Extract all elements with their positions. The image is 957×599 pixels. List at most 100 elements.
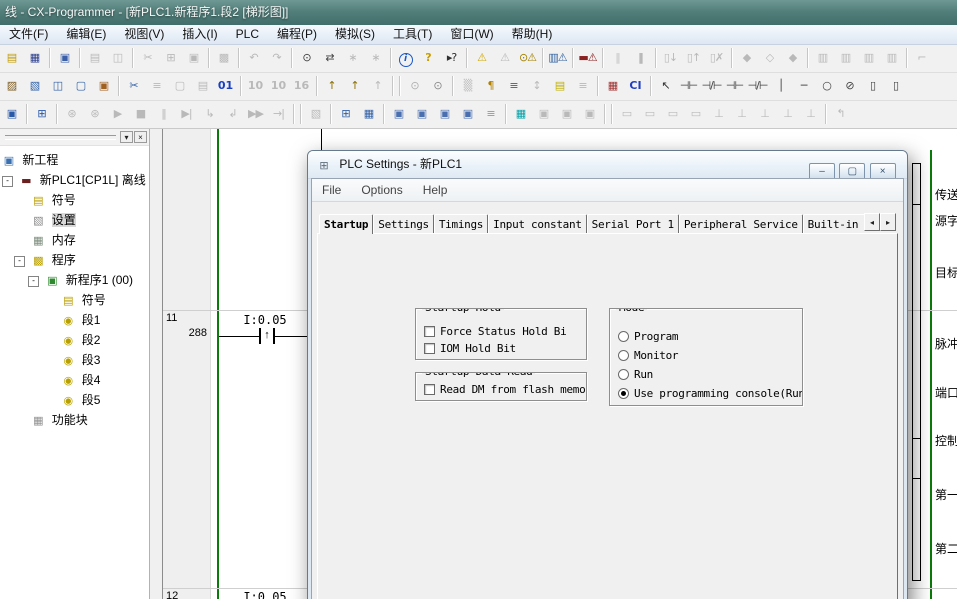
tree-item-new-program[interactable]: - ▣ 新程序1 (00) (0, 270, 149, 290)
context-help-button[interactable]: ▸? (441, 47, 462, 68)
dialog-menu-item[interactable]: Help (413, 179, 458, 201)
tab-settings[interactable]: Settings (373, 214, 434, 234)
iom-hold-bit-checkbox[interactable]: IOM Hold Bit (424, 342, 586, 359)
step-up-button[interactable]: ↑ (321, 75, 342, 96)
find-button[interactable]: ⊙ (296, 47, 317, 68)
run-button[interactable]: ▶ (107, 103, 128, 124)
toolbar-grip[interactable] (5, 135, 116, 140)
compile-button[interactable]: ⚠ (471, 47, 492, 68)
monitor-3-button[interactable]: ◆ (782, 47, 803, 68)
list-button[interactable]: ▤ (192, 75, 213, 96)
force-status-hold-checkbox[interactable]: Force Status Hold Bi (424, 325, 586, 342)
zoom-out-button[interactable]: ⊙ (427, 75, 448, 96)
save-button[interactable]: ▦ (24, 47, 45, 68)
tree-item-symbols[interactable]: ▤ 符号 (0, 190, 149, 210)
find-all-warn-button[interactable]: ⊙⚠ (517, 47, 538, 68)
find-replace-button[interactable]: ⇄ (319, 47, 340, 68)
rack-3-button[interactable]: ▥ (858, 47, 879, 68)
window-tool-button[interactable]: ▢ (70, 75, 91, 96)
menu-item[interactable]: 工具(T) (384, 25, 441, 44)
menu-item[interactable]: 编程(P) (268, 25, 326, 44)
or-contact-closed-button[interactable]: ⊣/⊢ (747, 75, 768, 96)
checkbox[interactable] (424, 343, 435, 354)
select-mode-button[interactable]: ↖ (655, 75, 676, 96)
instruction-not-button[interactable]: ▯ (885, 75, 906, 96)
window-display-button[interactable]: ⊞ (31, 103, 52, 124)
tab-scroll-left-icon[interactable]: ◂ (864, 213, 880, 231)
step-out-button[interactable]: ↲ (222, 103, 243, 124)
tree-item-function-blocks[interactable]: ▦ 功能块 (0, 410, 149, 430)
grid-button[interactable]: ▒ (457, 75, 478, 96)
rung-comment-button[interactable]: ≡ (503, 75, 524, 96)
tree-item-settings[interactable]: ▧ 设置 (0, 210, 149, 230)
tree-item-section2[interactable]: ◉ 段2 (0, 330, 149, 350)
paste-button[interactable]: ▣ (183, 47, 204, 68)
pause-button[interactable]: ‖ (630, 47, 651, 68)
transfer-to-plc-button[interactable]: ▯↓ (660, 47, 681, 68)
online-compile-button[interactable]: ⚠ (494, 47, 515, 68)
decimal-display-button[interactable]: 10 (245, 75, 266, 96)
binary-display-button[interactable]: 01 (215, 75, 236, 96)
tree-expander-icon[interactable]: - (28, 276, 39, 287)
plc-monitor-button[interactable]: ▣ (1, 103, 22, 124)
menu-item[interactable]: 窗口(W) (441, 25, 502, 44)
find-report-button[interactable]: ▣ (54, 47, 75, 68)
tree-item-memory[interactable]: ▦ 内存 (0, 230, 149, 250)
step-down-button[interactable]: ↑ (344, 75, 365, 96)
keypad-3-button[interactable]: ▭ (662, 103, 683, 124)
keypad-2-button[interactable]: ▭ (639, 103, 660, 124)
return-button[interactable]: ↰ (830, 103, 851, 124)
rack-2-button[interactable]: ▥ (835, 47, 856, 68)
force-off-button[interactable]: ⊛ (84, 103, 105, 124)
horizontal-line-button[interactable]: ─ (793, 75, 814, 96)
tree-item-section4[interactable]: ◉ 段4 (0, 370, 149, 390)
monitor-data-3-button[interactable]: ▣ (434, 103, 455, 124)
rack-1-button[interactable]: ▥ (812, 47, 833, 68)
mode-console-radio[interactable]: Use programming console(Run (618, 384, 802, 403)
rail-4-button[interactable]: ⊥ (777, 103, 798, 124)
workspace-collapse-button[interactable]: ▾ (120, 131, 133, 143)
radio-button[interactable] (618, 350, 629, 361)
hex-grid-button[interactable]: ▦ (358, 103, 379, 124)
menu-item[interactable]: PLC (227, 25, 268, 44)
monitor-1-button[interactable]: ◆ (736, 47, 757, 68)
ci-button[interactable]: CI (625, 75, 646, 96)
coil-button[interactable]: ○ (816, 75, 837, 96)
signed-decimal-button[interactable]: 10 (268, 75, 289, 96)
tree-view-button[interactable]: ≡ (572, 75, 593, 96)
io-tree-button[interactable]: ≡ (480, 103, 501, 124)
instruction-button[interactable]: ▯ (862, 75, 883, 96)
monitor-data-4-button[interactable]: ▣ (457, 103, 478, 124)
pause-mode-button[interactable]: ‖ (153, 103, 174, 124)
diagram-button[interactable]: ▧ (24, 75, 45, 96)
dialog-title-bar[interactable]: ⊞ PLC Settings - 新PLC1 – ▢ × (308, 151, 907, 179)
tree-expander-icon[interactable]: - (14, 256, 25, 267)
retrace-button[interactable]: ∗ (342, 47, 363, 68)
overview-button[interactable]: ▢ (169, 75, 190, 96)
set-value-button[interactable]: ▧ (305, 103, 326, 124)
workspace-close-button[interactable]: × (134, 131, 147, 143)
comment-button[interactable]: ¶ (480, 75, 501, 96)
tree-item-program-symbols[interactable]: ▤ 符号 (0, 290, 149, 310)
tab-input-constant[interactable]: Input constant (488, 214, 587, 234)
rail-5-button[interactable]: ⊥ (800, 103, 821, 124)
split-window-button[interactable]: ✂ (123, 75, 144, 96)
mode-program-radio[interactable]: Program (618, 327, 802, 346)
online-simulator-button[interactable]: ▬⚠ (577, 47, 598, 68)
open-button[interactable]: ▤ (1, 47, 22, 68)
clipboard-tool-button[interactable]: ◫ (47, 75, 68, 96)
menu-item[interactable]: 编辑(E) (57, 25, 115, 44)
info-button[interactable]: i (395, 47, 416, 68)
tree-item-section1[interactable]: ◉ 段1 (0, 310, 149, 330)
memory-rack-button[interactable]: ▦ (510, 103, 531, 124)
mnemonics-button[interactable]: ▦ (602, 75, 623, 96)
menu-item[interactable]: 帮助(H) (503, 25, 562, 44)
checkbox[interactable] (424, 326, 435, 337)
tree-item-section3[interactable]: ◉ 段3 (0, 350, 149, 370)
options-button[interactable]: ▨ (1, 75, 22, 96)
step-run-button[interactable]: ▶| (176, 103, 197, 124)
stop-button[interactable]: ■ (130, 103, 151, 124)
step-trace-button[interactable]: ⌐ (911, 47, 932, 68)
hex-display-button[interactable]: 16 (291, 75, 312, 96)
or-contact-open-button[interactable]: ⊣⊢ (724, 75, 745, 96)
